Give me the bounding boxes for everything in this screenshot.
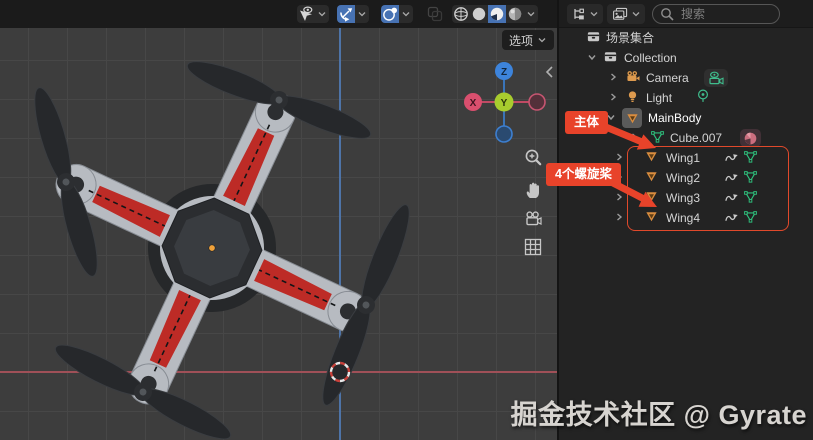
object-type-visibility-dropdown[interactable] (315, 5, 329, 23)
row-label: Light (646, 88, 672, 108)
viewport-header (0, 0, 557, 28)
search-input[interactable] (679, 6, 763, 22)
propellers-highlight-box (627, 146, 789, 231)
show-overlays-toggle[interactable] (381, 5, 399, 23)
collapse-chevron-icon[interactable] (608, 71, 618, 85)
gizmos-dropdown[interactable] (355, 5, 369, 23)
mesh-object-icon (625, 111, 640, 126)
gizmo-x-label: X (470, 98, 477, 109)
grid-icon (523, 237, 543, 257)
outliner-editor-icon (571, 6, 587, 22)
outliner-header (559, 0, 813, 28)
x-axis-line (0, 371, 557, 373)
row-label: Cube.007 (670, 128, 722, 148)
outliner-row-scene-collection[interactable]: 场景集合 (559, 28, 813, 48)
toggle-xray-button[interactable] (426, 5, 444, 23)
outliner-search-field[interactable] (652, 4, 780, 24)
camera-view-button[interactable] (521, 207, 545, 231)
view-axis-gizmo[interactable]: Z X Y (458, 58, 550, 150)
light-object-icon (625, 89, 640, 107)
propeller-top (183, 54, 375, 147)
mesh-data-icon (650, 129, 665, 147)
chevron-down-icon (537, 35, 547, 45)
search-icon (660, 7, 674, 21)
collapse-chevron-icon[interactable] (629, 131, 639, 145)
row-label: MainBody (648, 108, 701, 128)
drone-arms (0, 22, 438, 440)
object-origin-dot (208, 244, 217, 253)
options-dropdown-button[interactable]: 选项 (502, 30, 554, 50)
chevron-down-icon (631, 9, 641, 19)
camera-data-icon (707, 70, 725, 86)
shading-solid-button[interactable] (470, 5, 488, 23)
scene-collection-icon (586, 29, 601, 47)
object-type-visibility-button[interactable] (297, 5, 315, 23)
collapse-chevron-icon[interactable] (614, 211, 624, 225)
magnifier-plus-icon (523, 147, 543, 167)
view-layer-icon (611, 6, 629, 22)
outliner-row-collection[interactable]: Collection (559, 48, 813, 68)
propeller-left (27, 84, 104, 279)
shading-rendered-button[interactable] (506, 5, 524, 23)
collapse-chevron-icon[interactable] (614, 191, 624, 205)
camera-data-badge[interactable] (704, 69, 728, 87)
chevron-down-icon (589, 9, 599, 19)
overlays-dropdown[interactable] (399, 5, 413, 23)
row-label: Collection (624, 48, 677, 68)
show-gizmos-toggle[interactable] (337, 5, 355, 23)
editor-type-dropdown[interactable] (567, 4, 603, 24)
grid-ortho-button[interactable] (521, 235, 545, 259)
3d-cursor[interactable] (325, 357, 355, 387)
camera-icon (523, 209, 543, 229)
collapse-chevron-icon[interactable] (608, 91, 618, 105)
collection-icon (603, 49, 618, 67)
watermark-text: 掘金技术社区 @ Gyrate (511, 393, 807, 432)
pan-tool-button[interactable] (521, 178, 545, 202)
viewport-3d[interactable]: 选项 Z X Y (0, 0, 557, 440)
active-object-highlight (622, 108, 642, 128)
outliner-row-camera[interactable]: Camera (559, 68, 813, 88)
zoom-tool-button[interactable] (521, 145, 545, 169)
display-mode-dropdown[interactable] (607, 4, 645, 24)
gizmo-neg-z-ball[interactable] (496, 126, 512, 142)
material-preview-icon (743, 131, 758, 146)
gizmo-y-label: Y (501, 98, 508, 109)
light-data-icon[interactable] (696, 89, 710, 108)
row-label: 场景集合 (606, 28, 654, 48)
shading-wireframe-button[interactable] (452, 5, 470, 23)
material-badge[interactable] (740, 129, 761, 147)
annotation-main-body: 主体 (565, 111, 608, 134)
outliner-row-light[interactable]: Light (559, 88, 813, 108)
gizmo-z-label: Z (501, 67, 507, 78)
shading-material-preview-button[interactable] (488, 5, 506, 23)
shading-dropdown[interactable] (524, 5, 538, 23)
drone-center-octagon (151, 187, 274, 310)
expand-chevron-icon[interactable] (587, 51, 597, 65)
camera-object-icon (625, 69, 640, 87)
row-label: Camera (646, 68, 689, 88)
annotation-propellers: 4个螺旋桨 (546, 163, 621, 186)
hand-icon (523, 180, 543, 200)
propeller-bottom (50, 337, 236, 440)
gizmo-neg-x-ball[interactable] (529, 94, 545, 110)
sidebar-collapse-chevron[interactable] (544, 65, 554, 79)
options-label: 选项 (509, 32, 533, 49)
